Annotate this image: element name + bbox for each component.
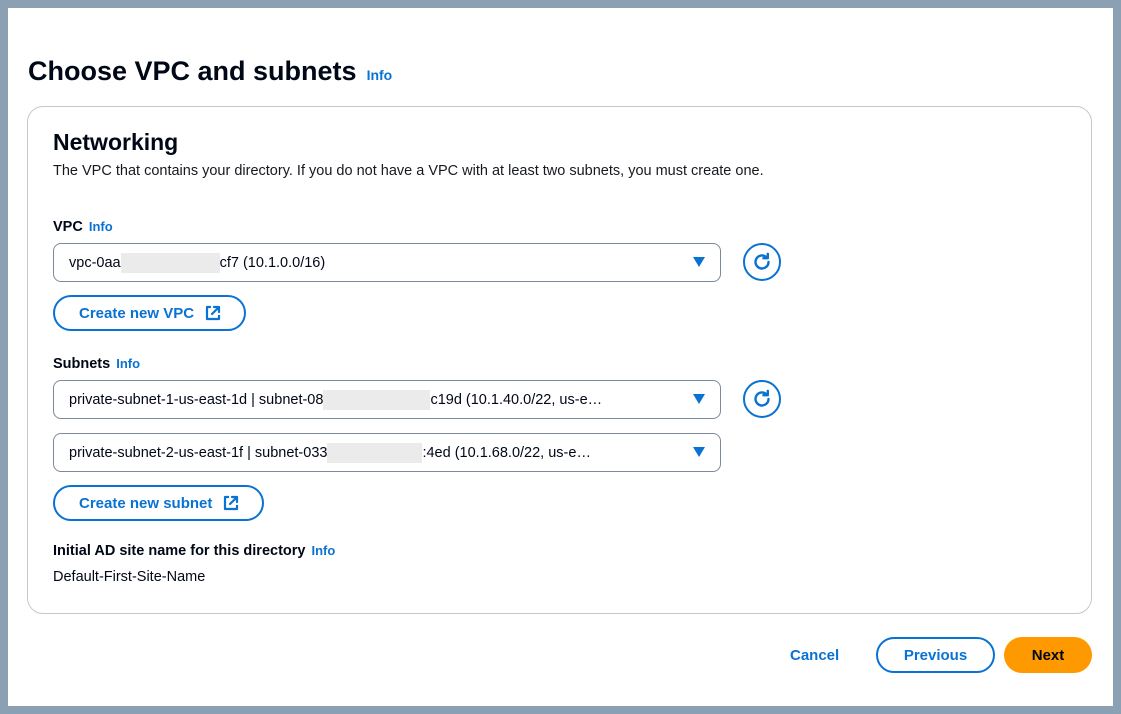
caret-down-icon — [693, 257, 705, 267]
refresh-icon — [754, 252, 770, 270]
subnet-select-1-value: private-subnet-1-us-east-1d | subnet-08 c… — [69, 389, 602, 410]
create-new-vpc-label: Create new VPC — [79, 304, 195, 322]
next-button[interactable]: Next — [1004, 637, 1092, 673]
external-link-icon — [224, 495, 239, 511]
redacted-region — [323, 389, 431, 410]
subnet-select-2-value: private-subnet-2-us-east-1f | subnet-033… — [69, 442, 591, 463]
subnets-label-text: Subnets — [53, 356, 111, 372]
caret-down-icon — [693, 394, 705, 404]
subnets-label: Subnets Info — [53, 356, 140, 372]
vpc-select[interactable]: vpc-0aa cf7 (10.1.0.0/16) — [53, 243, 721, 282]
ad-site-label-text: Initial AD site name for this directory — [53, 543, 306, 559]
cancel-button[interactable]: Cancel — [790, 647, 839, 664]
networking-description: The VPC that contains your directory. If… — [53, 163, 764, 179]
create-new-subnet-label: Create new subnet — [79, 494, 213, 512]
subnet-select-2[interactable]: private-subnet-2-us-east-1f | subnet-033… — [53, 433, 721, 472]
networking-panel: Networking The VPC that contains your di… — [27, 106, 1092, 614]
previous-button[interactable]: Previous — [876, 637, 995, 673]
ad-site-value: Default-First-Site-Name — [53, 569, 206, 585]
external-link-icon — [205, 305, 221, 321]
subnet-select-1[interactable]: private-subnet-1-us-east-1d | subnet-08 c… — [53, 380, 721, 419]
page-title: Choose VPC and subnets — [28, 56, 357, 86]
screenshot-frame: Choose VPC and subnets Info Networking T… — [0, 0, 1121, 714]
caret-down-icon — [693, 447, 705, 457]
vpc-info-link[interactable]: Info — [89, 219, 113, 234]
create-new-subnet-button[interactable]: Create new subnet — [53, 485, 265, 521]
page-info-link[interactable]: Info — [367, 67, 393, 83]
create-new-vpc-button[interactable]: Create new VPC — [53, 295, 247, 331]
vpc-refresh-button[interactable] — [743, 243, 781, 281]
networking-title: Networking — [53, 129, 179, 155]
vpc-select-value: vpc-0aa cf7 (10.1.0.0/16) — [69, 252, 325, 273]
redacted-region — [120, 252, 220, 273]
ad-site-label: Initial AD site name for this directory … — [53, 543, 335, 559]
refresh-icon — [754, 389, 770, 407]
page-header: Choose VPC and subnets Info — [28, 56, 392, 87]
subnet-refresh-button[interactable] — [743, 380, 781, 418]
vpc-label-text: VPC — [53, 219, 83, 235]
subnets-info-link[interactable]: Info — [116, 356, 140, 371]
redacted-region — [327, 442, 423, 463]
ad-site-info-link[interactable]: Info — [311, 543, 335, 558]
vpc-label: VPC Info — [53, 219, 113, 235]
